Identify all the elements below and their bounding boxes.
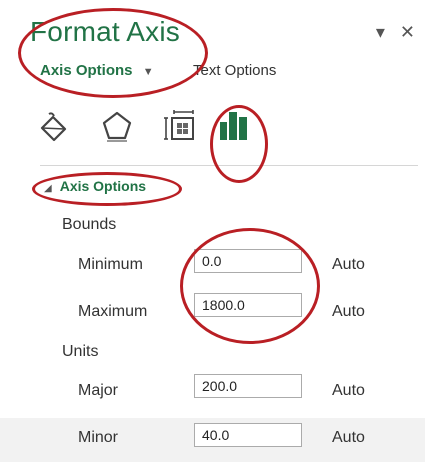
units-group-label: Units — [62, 343, 99, 360]
minor-input[interactable] — [194, 423, 302, 447]
minimum-input[interactable] — [194, 249, 302, 273]
chevron-down-icon[interactable]: ▼ — [143, 66, 154, 78]
size-properties-icon[interactable] — [162, 108, 198, 144]
collapse-triangle-icon[interactable]: ◢ — [44, 183, 52, 194]
effects-pentagon-icon[interactable] — [99, 108, 135, 144]
maximum-auto-label: Auto — [332, 303, 365, 320]
category-icon-bar — [36, 108, 286, 148]
minor-label: Minor — [78, 429, 119, 446]
maximum-label: Maximum — [78, 303, 148, 320]
tab-axis-options-label: Axis Options — [40, 62, 133, 79]
maximum-input[interactable] — [194, 293, 302, 317]
axis-options-bar-chart-icon[interactable] — [216, 108, 252, 144]
close-icon[interactable]: ✕ — [400, 22, 415, 43]
minimum-label: Minimum — [78, 256, 143, 273]
tab-text-options[interactable]: Text Options — [193, 62, 276, 79]
section-axis-options-label: Axis Options — [59, 178, 147, 194]
major-auto-label: Auto — [332, 382, 365, 399]
section-axis-options-header[interactable]: ◢ Axis Options — [44, 178, 146, 194]
highlight-bounds-ring — [180, 228, 320, 344]
minimum-auto-label: Auto — [332, 256, 365, 273]
format-axis-pane: Format Axis ▾ ✕ Axis Options ▼ Text Opti… — [0, 0, 425, 462]
fill-line-icon[interactable] — [36, 108, 72, 144]
pane-options-dropdown-icon[interactable]: ▾ — [376, 22, 385, 43]
pane-header-controls: ▾ ✕ — [366, 22, 415, 43]
major-label: Major — [78, 382, 119, 399]
bounds-group-label: Bounds — [62, 216, 117, 233]
options-tab-row: Axis Options ▼ Text Options — [40, 62, 276, 79]
minor-auto-label: Auto — [332, 429, 365, 446]
tab-axis-options[interactable]: Axis Options ▼ — [40, 62, 154, 79]
pane-title: Format Axis — [30, 16, 181, 47]
major-input[interactable] — [194, 374, 302, 398]
divider — [40, 165, 418, 166]
